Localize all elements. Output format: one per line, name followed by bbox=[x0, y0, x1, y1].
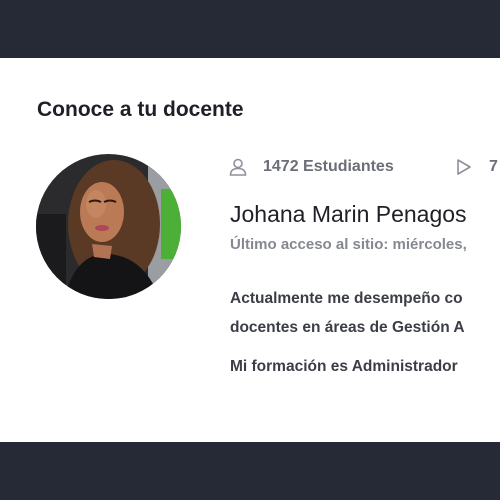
bio-line: docentes en áreas de Gestión A bbox=[230, 319, 465, 336]
user-icon bbox=[229, 158, 247, 176]
section-title: Conoce a tu docente bbox=[37, 98, 244, 121]
bottom-dark-band bbox=[0, 442, 500, 500]
courses-count: 7 bbox=[489, 158, 498, 175]
last-access-text: Último acceso al sitio: miércoles, bbox=[230, 236, 467, 253]
bio-line: Actualmente me desempeño co bbox=[230, 290, 463, 307]
instructor-avatar bbox=[36, 154, 181, 299]
instructor-card: Conoce a tu docente 1472 Estudiantes 7 J… bbox=[0, 58, 500, 442]
top-dark-band bbox=[0, 0, 500, 58]
students-count: 1472 Estudiantes bbox=[263, 158, 394, 175]
courses-stat: 7 bbox=[455, 158, 498, 176]
instructor-bio: Actualmente me desempeño co docentes en … bbox=[230, 284, 465, 381]
bio-line: Mi formación es Administrador bbox=[230, 358, 458, 375]
students-stat: 1472 Estudiantes bbox=[229, 158, 394, 176]
play-icon bbox=[455, 158, 473, 176]
instructor-name[interactable]: Johana Marin Penagos bbox=[230, 201, 467, 228]
